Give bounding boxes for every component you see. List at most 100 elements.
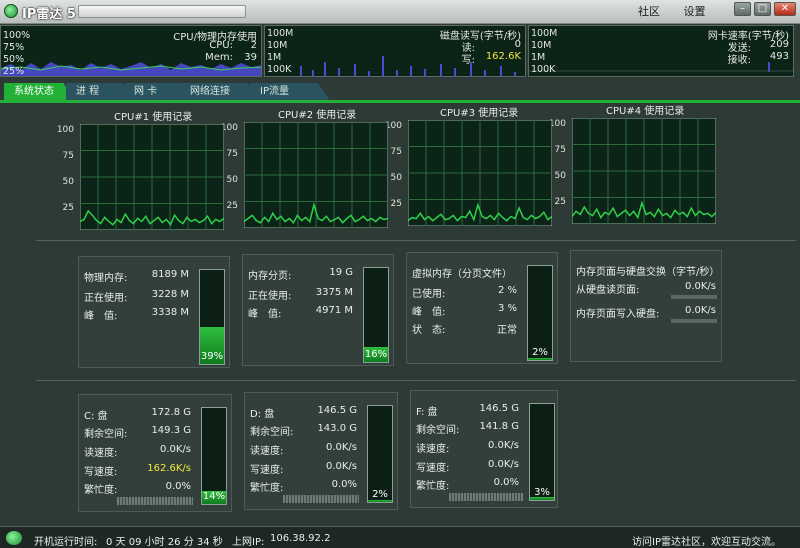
- paging-value: 19 G: [329, 267, 353, 278]
- drive-d-write-label: 写速度:: [250, 465, 284, 476]
- drive-c-write-value: 162.6K/s: [147, 463, 191, 474]
- cpu-scale-75: 75%: [3, 42, 25, 53]
- drive-d-busy-label: 繁忙度:: [250, 483, 284, 494]
- tab-system-status[interactable]: 系统状态: [4, 83, 74, 101]
- section-divider-2: [36, 380, 796, 381]
- section-divider-1: [36, 240, 796, 241]
- community-message-link[interactable]: 访问IP雷达社区，欢迎互动交流。: [632, 533, 781, 548]
- drive-d-free-label: 剩余空间:: [250, 427, 294, 438]
- drive-f-panel: F: 盘 146.5 G 剩余空间: 141.8 G 读速度: 0.0K/s 写…: [410, 390, 558, 508]
- physical-peak-value: 3338 M: [151, 307, 189, 318]
- virtual-memory-title: 虚拟内存（分页文件）: [412, 269, 512, 280]
- drive-d-name: D: 盘: [250, 409, 275, 420]
- net-scale-1m: 1M: [531, 52, 546, 63]
- drive-d-write-value: 0.0K/s: [325, 461, 357, 472]
- ip-value: 106.38.92.2: [270, 533, 331, 544]
- drive-d-free-value: 143.0 G: [317, 423, 357, 434]
- drive-d-busy-bar: [283, 495, 359, 503]
- drive-f-free-label: 剩余空间:: [416, 425, 460, 436]
- physical-memory-panel: 物理内存: 8189 M 正在使用: 3228 M 峰 值: 3338 M 39…: [78, 256, 230, 368]
- minimize-button[interactable]: –: [734, 2, 751, 16]
- settings-link[interactable]: 设置: [684, 5, 706, 18]
- page-read-bar: [671, 295, 717, 299]
- cpu1-axis-50: 50: [62, 177, 74, 187]
- paging-gauge: 16%: [363, 267, 389, 363]
- net-scale-100k: 100K: [531, 64, 556, 75]
- tab-network-connections[interactable]: 网络连接: [180, 83, 260, 101]
- disk-write-label: 写:: [461, 55, 475, 66]
- cpu-label: CPU:: [209, 40, 233, 51]
- cpu1-axis-25: 25: [62, 203, 74, 213]
- tab-ip-traffic[interactable]: IP流量: [250, 83, 330, 101]
- drive-f-busy-value: 0.0%: [493, 477, 519, 488]
- disk-read-value: 0: [514, 39, 521, 50]
- drive-f-busy-label: 繁忙度:: [416, 481, 450, 492]
- drive-d-gauge-label: 2%: [372, 489, 388, 500]
- title-progress-bar: [78, 5, 246, 18]
- drive-c-write-label: 写速度:: [84, 467, 118, 478]
- drive-c-read-label: 读速度:: [84, 448, 118, 459]
- drive-f-write-value: 0.0K/s: [487, 459, 519, 470]
- physical-memory-value: 8189 M: [151, 269, 189, 280]
- uptime-label: 开机运行时间:: [34, 537, 98, 548]
- drive-d-read-label: 读速度:: [250, 446, 284, 457]
- network-monitor: 100M 10M 1M 100K 网卡速率(字节/秒) 发送: 209 接收: …: [528, 25, 794, 77]
- physical-in-use-label: 正在使用:: [84, 293, 128, 304]
- drive-d-panel: D: 盘 146.5 G 剩余空间: 143.0 G 读速度: 0.0K/s 写…: [244, 392, 398, 510]
- drive-c-free-label: 剩余空间:: [84, 429, 128, 440]
- cpu1-axis-100: 100: [56, 125, 74, 135]
- page-read-label: 从硬盘读页面:: [576, 285, 640, 296]
- disk-write-value: 162.6K: [485, 51, 521, 62]
- net-scale-100m: 100M: [531, 28, 558, 39]
- page-write-label: 内存页面写入硬盘:: [576, 309, 660, 320]
- drive-f-size: 146.5 G: [479, 403, 519, 414]
- app-logo-icon: [4, 4, 18, 18]
- page-swap-title: 内存页面与硬盘交换（字节/秒）: [576, 267, 720, 278]
- tab-processes[interactable]: 进 程: [66, 83, 132, 101]
- mem-label: Mem:: [205, 52, 233, 63]
- page-write-value: 0.0K/s: [684, 305, 716, 316]
- cpu-scale-50: 50%: [3, 54, 25, 65]
- drive-f-busy-bar: [449, 493, 523, 501]
- drive-c-busy-label: 繁忙度:: [84, 485, 118, 496]
- close-button[interactable]: ✕: [774, 2, 796, 16]
- page-write-bar: [671, 319, 717, 323]
- cpu2-chart: [244, 122, 388, 228]
- drive-c-gauge-label: 14%: [202, 491, 226, 502]
- drive-d-read-value: 0.0K/s: [325, 442, 357, 453]
- title-bar: IP雷达 5 社区 设置 – □ ✕: [0, 0, 800, 24]
- app-title: IP雷达 5: [22, 7, 76, 22]
- drive-c-read-value: 0.0K/s: [159, 444, 191, 455]
- power-icon: [6, 531, 22, 545]
- drive-c-size: 172.8 G: [151, 407, 191, 418]
- paging-in-use-value: 3375 M: [315, 287, 353, 298]
- community-link[interactable]: 社区: [638, 5, 660, 18]
- page-read-value: 0.0K/s: [684, 281, 716, 292]
- cpu3-chart: [408, 120, 552, 226]
- drive-c-panel: C: 盘 172.8 G 剩余空间: 149.3 G 读速度: 0.0K/s 写…: [78, 394, 232, 512]
- mem-value: 39: [244, 52, 257, 63]
- title-links: 社区 设置: [638, 3, 726, 19]
- paging-peak-label: 峰 值:: [248, 309, 282, 320]
- physical-memory-gauge-label: 39%: [200, 351, 224, 362]
- drive-c-gauge: 14%: [201, 407, 227, 505]
- ip-label: 上网IP:: [232, 537, 265, 548]
- disk-scale-100m: 100M: [267, 28, 294, 39]
- drive-f-free-value: 141.8 G: [479, 421, 519, 432]
- cpu-value: 2: [250, 40, 257, 51]
- net-scale-10m: 10M: [531, 40, 552, 51]
- maximize-button[interactable]: □: [754, 2, 771, 16]
- physical-memory-label: 物理内存:: [84, 273, 128, 284]
- virtual-status-label: 状 态:: [412, 325, 446, 336]
- drive-f-read-value: 0.0K/s: [487, 440, 519, 451]
- disk-scale-10m: 10M: [267, 40, 288, 51]
- cpu1-chart: [80, 124, 224, 230]
- virtual-memory-gauge-label: 2%: [532, 347, 548, 358]
- drive-c-free-value: 149.3 G: [151, 425, 191, 436]
- net-recv-label: 接收:: [727, 55, 751, 66]
- drive-f-name: F: 盘: [416, 407, 438, 418]
- drive-f-read-label: 读速度:: [416, 444, 450, 455]
- disk-scale-1m: 1M: [267, 52, 282, 63]
- physical-in-use-value: 3228 M: [151, 289, 189, 300]
- disk-scale-100k: 100K: [267, 64, 292, 75]
